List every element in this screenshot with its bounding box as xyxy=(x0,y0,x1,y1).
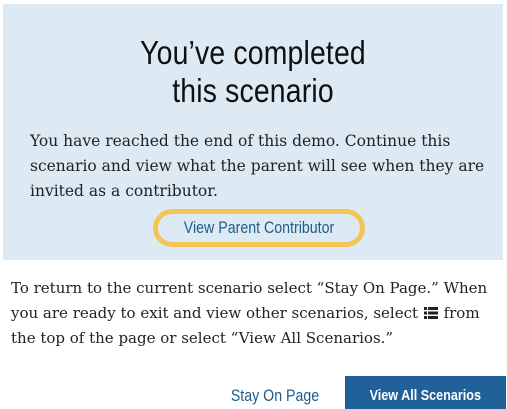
parent-link-wrapper: View Parent Contributor xyxy=(153,209,373,253)
instructions-part-1: To return to the current scenario select… xyxy=(11,279,488,322)
title-line-2: this scenario xyxy=(172,72,334,109)
completion-title: You’ve completed this scenario xyxy=(38,34,468,110)
view-parent-contributor-link[interactable]: View Parent Contributor xyxy=(168,209,350,247)
instructions-text: To return to the current scenario select… xyxy=(11,276,506,351)
title-line-1: You’ve completed xyxy=(140,34,366,71)
view-all-scenarios-button[interactable]: View All Scenarios xyxy=(345,376,506,409)
list-icon xyxy=(423,307,438,319)
completion-message: You have reached the end of this demo. C… xyxy=(30,132,485,200)
completion-panel: You’ve completed this scenario You have … xyxy=(3,4,503,260)
stay-on-page-button[interactable]: Stay On Page xyxy=(219,383,331,409)
scenario-complete-screen: You’ve completed this scenario You have … xyxy=(0,0,507,409)
view-all-scenarios-label: View All Scenarios xyxy=(369,387,482,404)
